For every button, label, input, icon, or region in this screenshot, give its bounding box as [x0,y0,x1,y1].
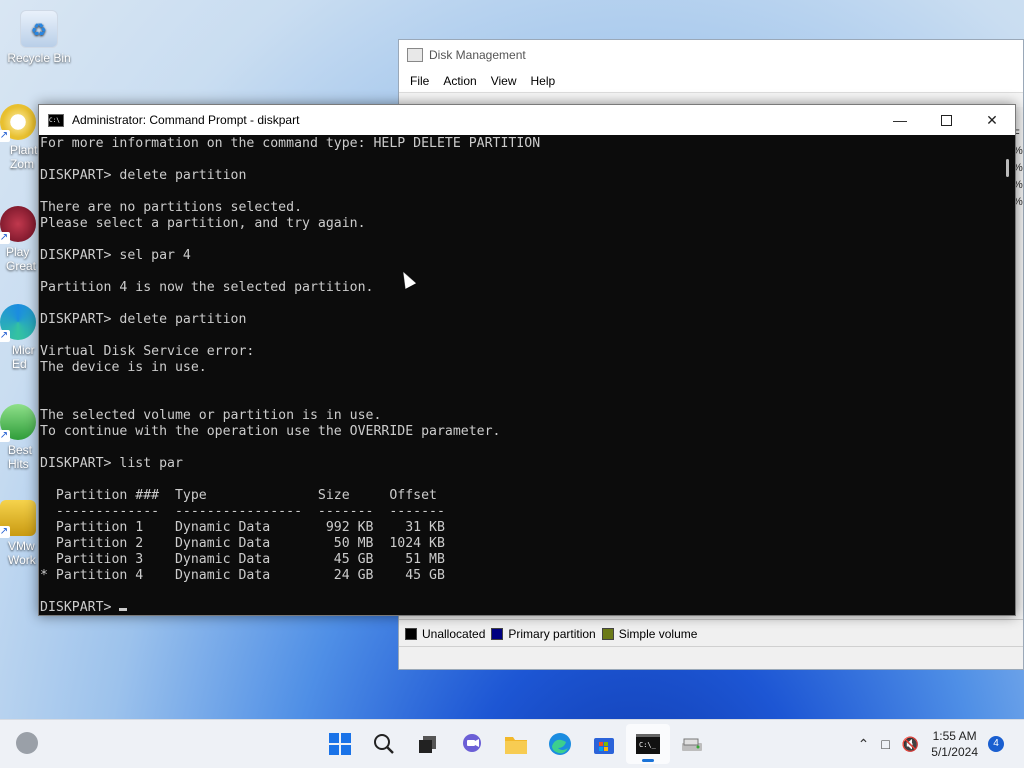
file-explorer-button[interactable] [494,724,538,764]
store-button[interactable] [582,724,626,764]
console-line: Partition 1 Dynamic Data 992 KB 31 KB [40,520,445,535]
clock-time: 1:55 AM [932,729,977,743]
legend-swatch [405,627,417,640]
terminal-button[interactable]: C:\_ [626,724,670,764]
legend-unallocated: Unallocated [405,627,485,641]
window-title: Disk Management [429,48,526,62]
shortcut-arrow-icon: ↗ [0,430,10,442]
cmd-icon: C:\ [48,113,64,127]
edge-icon: ↗ [0,304,36,342]
menu-help[interactable]: Help [524,74,563,88]
disk-management-titlebar[interactable]: Disk Management [399,40,1023,70]
menu-file[interactable]: File [403,74,436,88]
console-line: ------------- ---------------- ------- -… [40,504,445,519]
task-view-icon [419,736,436,753]
console-text: For more information on the command type… [39,135,999,615]
status-bar [399,646,1023,669]
desktop-icon-label: Recycle Bin [7,51,71,65]
close-button[interactable]: ✕ [969,105,1015,135]
search-button[interactable] [362,724,406,764]
console-line: Virtual Disk Service error: [40,344,255,359]
maximize-button[interactable] [923,105,969,135]
console-line: DISKPART> sel par 4 [40,248,191,263]
volume-muted-icon[interactable]: 🔇 [902,736,919,753]
window-controls: — ✕ [877,105,1015,135]
taskbar-apps: C:\_ [318,720,714,768]
window-title: Administrator: Command Prompt - diskpart [72,113,300,127]
plants-vs-zombies-icon: ↗ [0,104,36,142]
console-line: * Partition 4 Dynamic Data 24 GB 45 GB [40,568,445,583]
clock[interactable]: 1:55 AM 5/1/2024 [931,728,978,760]
desktop-icon-recycle-bin[interactable]: ♻ Recycle Bin [1,10,77,65]
console-line: To continue with the operation use the O… [40,424,501,439]
vertical-scrollbar[interactable] [999,135,1015,615]
maximize-icon [940,114,952,126]
legend-swatch [601,627,614,640]
play-great-games-icon: ↗ [0,206,36,244]
partition-legend: Unallocated Primary partition Simple vol… [399,619,1023,647]
weather-widget-icon[interactable] [16,732,38,754]
console-line: The device is in use. [40,360,207,375]
edge-button[interactable] [538,724,582,764]
console-output[interactable]: For more information on the command type… [39,135,999,615]
svg-text:C:\_: C:\_ [639,741,657,749]
disk-management-icon [682,738,702,751]
console-line: Partition ### Type Size Offset [40,488,437,503]
chat-icon [463,734,481,752]
legend-simple-volume: Simple volume [601,626,698,641]
clock-date: 5/1/2024 [931,745,978,759]
console-line: Partition 4 is now the selected partitio… [40,280,374,295]
task-view-button[interactable] [406,724,450,764]
search-icon [374,734,394,754]
disk-management-icon [407,48,423,62]
recycle-bin-icon: ♻ [20,10,58,48]
taskbar: C:\_ ⌃ □ 🔇 1:55 AM 5/1/2024 4 [0,719,1024,768]
minimize-button[interactable]: — [877,105,923,135]
show-hidden-icons-chevron-icon[interactable]: ⌃ [858,736,870,753]
store-icon [594,738,614,754]
console-line: DISKPART> delete partition [40,168,247,183]
file-explorer-icon [505,737,527,754]
legend-primary-partition: Primary partition [491,626,596,641]
network-icon[interactable]: □ [881,736,889,752]
shortcut-arrow-icon: ↗ [0,330,10,342]
console-line: Partition 3 Dynamic Data 45 GB 51 MB [40,552,445,567]
legend-label: Unallocated [422,626,486,641]
notification-badge[interactable]: 4 [988,736,1004,752]
best-hits-icon: ↗ [0,404,36,442]
shortcut-arrow-icon: ↗ [0,232,10,244]
console-line: DISKPART> delete partition [40,312,247,327]
system-tray: ⌃ □ 🔇 1:55 AM 5/1/2024 4 [852,720,1024,768]
shortcut-arrow-icon: ↗ [0,526,10,538]
minimize-icon: — [893,112,907,128]
console-line: DISKPART> list par [40,456,183,471]
console-line: For more information on the command type… [40,136,541,151]
edge-icon [549,733,571,755]
command-prompt-window[interactable]: C:\ Administrator: Command Prompt - disk… [38,104,1016,616]
console-line: Please select a partition, and try again… [40,216,366,231]
start-icon [329,733,351,755]
legend-label: Simple volume [618,626,698,641]
console-line: DISKPART> [40,600,120,615]
text-cursor [119,608,128,611]
menu-action[interactable]: Action [436,74,483,88]
menu-view[interactable]: View [484,74,524,88]
disk-management-button[interactable] [670,724,714,764]
terminal-icon: C:\_ [636,734,660,754]
vmware-workstation-icon: ↗ [0,500,36,538]
menu-bar: File Action View Help [399,70,1023,92]
start-button[interactable] [318,724,362,764]
console-line: There are no partitions selected. [40,200,303,215]
scrollbar-thumb[interactable] [1006,159,1009,177]
legend-swatch [491,627,504,640]
legend-label: Primary partition [508,626,596,641]
svg-text:♻: ♻ [31,20,47,41]
shortcut-arrow-icon: ↗ [0,130,10,142]
console-line: Partition 2 Dynamic Data 50 MB 1024 KB [40,536,445,551]
console-line: The selected volume or partition is in u… [40,408,382,423]
command-prompt-titlebar[interactable]: C:\ Administrator: Command Prompt - disk… [39,105,1015,135]
chat-button[interactable] [450,724,494,764]
close-icon: ✕ [986,111,998,128]
